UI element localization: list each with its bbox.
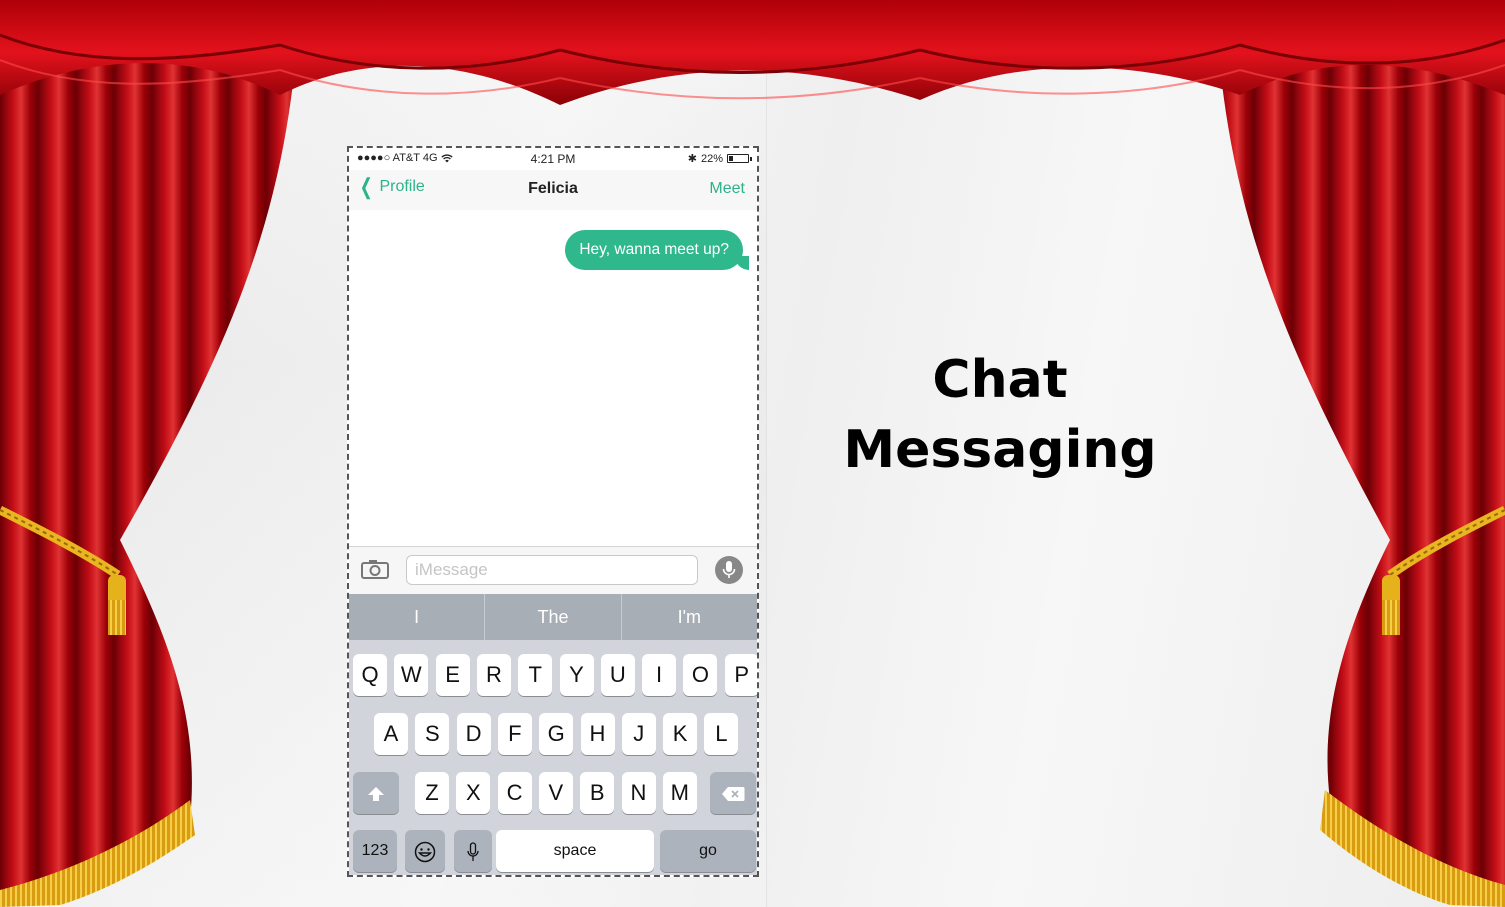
key-q[interactable]: Q	[353, 654, 387, 696]
phone-mockup: ●●●●○ AT&T 4G 4:21 PM ✱ 22% ❮ Profile Fe…	[347, 146, 759, 877]
key-i[interactable]: I	[642, 654, 677, 696]
key-c[interactable]: C	[497, 772, 532, 814]
slide-title-line-2: Messaging	[843, 420, 1157, 480]
keyboard: 123 space go QWERTYUIOP ASDFGHJKL ZXCVBNM	[349, 640, 757, 875]
key-f[interactable]: F	[497, 713, 532, 755]
key-z[interactable]: Z	[415, 772, 449, 814]
bluetooth-icon: ✱	[687, 153, 697, 165]
numbers-key[interactable]: 123	[353, 830, 397, 872]
key-r[interactable]: R	[476, 654, 511, 696]
battery-icon	[727, 154, 752, 163]
key-l[interactable]: L	[704, 713, 739, 755]
key-p[interactable]: P	[724, 654, 757, 696]
emoji-icon	[414, 841, 436, 863]
paper-crease	[766, 0, 767, 907]
key-e[interactable]: E	[435, 654, 470, 696]
key-n[interactable]: N	[621, 772, 656, 814]
key-m[interactable]: M	[662, 772, 697, 814]
key-j[interactable]: J	[621, 713, 656, 755]
emoji-key[interactable]	[405, 830, 445, 872]
go-key[interactable]: go	[660, 830, 756, 872]
suggestion-1[interactable]: I	[349, 594, 486, 640]
space-key[interactable]: space	[496, 830, 654, 872]
microphone-icon	[722, 561, 736, 578]
outgoing-message-bubble[interactable]: Hey, wanna meet up?	[565, 230, 749, 270]
key-t[interactable]: T	[518, 654, 553, 696]
microphone-icon	[467, 842, 479, 862]
key-x[interactable]: X	[456, 772, 491, 814]
meet-button[interactable]: Meet	[709, 180, 745, 198]
key-a[interactable]: A	[374, 713, 408, 755]
slide-title: Chat Messaging	[820, 345, 1180, 485]
key-k[interactable]: K	[663, 713, 698, 755]
status-bar: ●●●●○ AT&T 4G 4:21 PM ✱ 22%	[349, 148, 757, 170]
key-d[interactable]: D	[456, 713, 491, 755]
shift-arrow-icon	[368, 787, 384, 802]
key-g[interactable]: G	[539, 713, 574, 755]
backspace-icon	[722, 787, 745, 802]
key-s[interactable]: S	[415, 713, 450, 755]
predictive-bar: I The I'm	[349, 594, 757, 640]
dictation-key[interactable]	[454, 830, 492, 872]
microphone-button[interactable]	[715, 556, 743, 584]
slide-title-line-1: Chat	[932, 350, 1068, 410]
camera-icon[interactable]	[361, 559, 389, 579]
key-w[interactable]: W	[394, 654, 429, 696]
key-u[interactable]: U	[600, 654, 635, 696]
delete-key[interactable]	[710, 772, 756, 814]
message-composer	[349, 546, 757, 594]
suggestion-2[interactable]: The	[485, 594, 622, 640]
key-b[interactable]: B	[580, 772, 615, 814]
suggestion-3[interactable]: I'm	[622, 594, 757, 640]
conversation-title: Felicia	[528, 180, 578, 197]
battery-percent: 22%	[700, 152, 723, 165]
key-o[interactable]: O	[683, 654, 718, 696]
message-input[interactable]	[406, 555, 698, 585]
key-y[interactable]: Y	[559, 654, 594, 696]
navigation-bar: ❮ Profile Felicia Meet	[349, 170, 757, 210]
key-h[interactable]: H	[580, 713, 615, 755]
key-v[interactable]: V	[538, 772, 573, 814]
shift-key[interactable]	[353, 772, 399, 814]
chat-thread[interactable]: Hey, wanna meet up?	[349, 210, 757, 546]
